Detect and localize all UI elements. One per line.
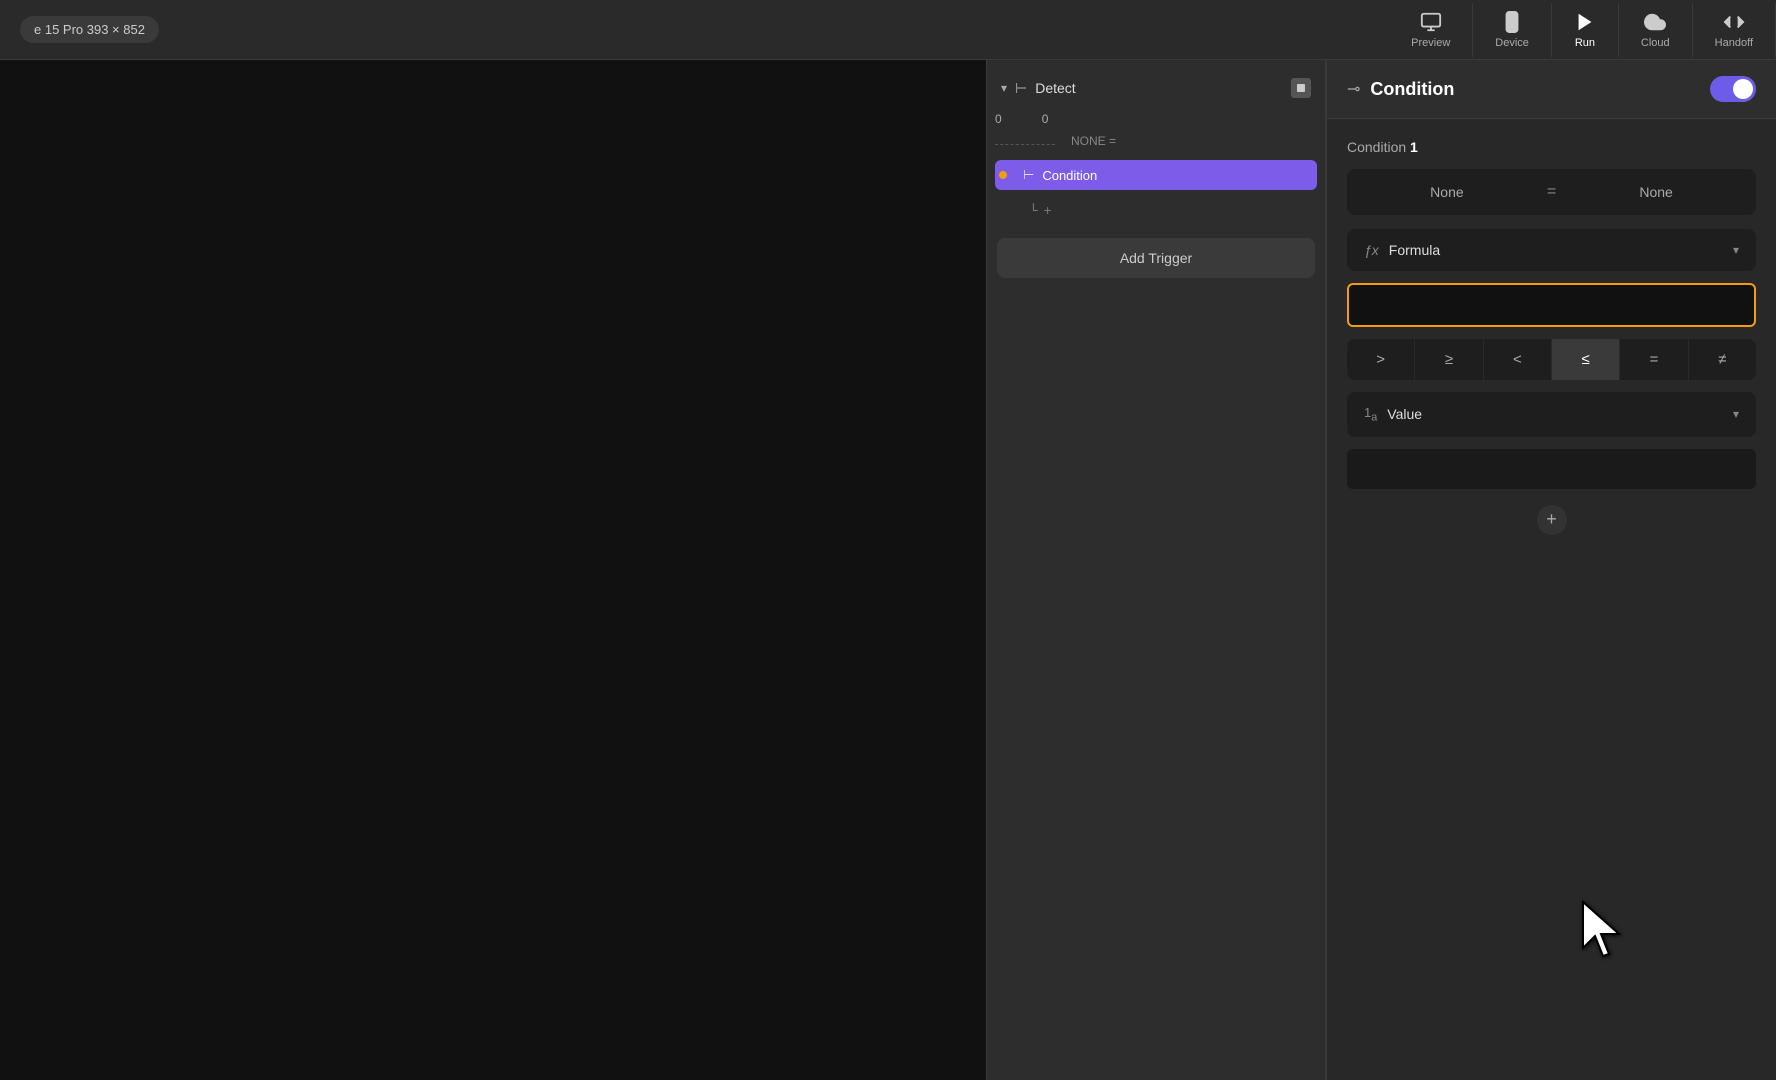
value-dropdown-arrow: ▾ (1733, 407, 1739, 421)
formula-dropdown[interactable]: ƒx Formula ▾ (1347, 229, 1756, 271)
condition-heading: Condition 1 (1347, 139, 1756, 155)
value-input-wrapper (1347, 449, 1756, 489)
condition-row[interactable]: ⊢ Condition (995, 160, 1317, 190)
cond-eq: = (1541, 183, 1562, 201)
detect-stop-button[interactable] (1291, 78, 1311, 98)
canvas-area (0, 60, 986, 1080)
handoff-button[interactable]: Handoff (1693, 3, 1776, 57)
num-val-2: 0 (1042, 112, 1049, 126)
toggle-switch[interactable] (1710, 76, 1756, 102)
condition-box: None = None (1347, 169, 1756, 215)
numbers-display: 0 0 (987, 106, 1325, 132)
add-child-icon: └ (1029, 203, 1038, 217)
chevron-down-icon: ▾ (1001, 81, 1007, 95)
op-lt[interactable]: < (1484, 339, 1552, 380)
add-row[interactable]: └ + (987, 196, 1325, 224)
add-condition-row: + (1347, 505, 1756, 535)
handoff-label: Handoff (1715, 37, 1753, 49)
condition-dot (999, 171, 1007, 179)
value-icon: 1a (1364, 405, 1377, 424)
formula-input-wrapper (1347, 283, 1756, 327)
cloud-icon (1644, 11, 1666, 33)
topbar-right: Preview Device Run Cloud (1389, 0, 1776, 60)
code-icon (1723, 11, 1745, 33)
formula-label: Formula (1389, 242, 1440, 258)
props-body: Condition 1 None = None ƒx Formula ▾ (1327, 119, 1776, 1080)
play-icon (1574, 11, 1596, 33)
preview-button[interactable]: Preview (1389, 3, 1473, 57)
run-label: Run (1575, 37, 1595, 49)
detect-left: ▾ ⊢ Detect (1001, 80, 1283, 97)
condition-branch-icon: ⊢ (1023, 167, 1034, 183)
op-eq[interactable]: = (1620, 339, 1688, 380)
run-button[interactable]: Run (1552, 3, 1619, 57)
detect-label: Detect (1035, 80, 1075, 96)
device-button[interactable]: Device (1473, 3, 1552, 57)
formula-input[interactable] (1361, 285, 1742, 325)
value-left: 1a Value (1364, 405, 1422, 424)
device-label: e 15 Pro 393 × 852 (20, 16, 159, 43)
topbar: e 15 Pro 393 × 852 Preview Device Run (0, 0, 1776, 60)
trigger-panel: ▾ ⊢ Detect 0 0 NONE = ⊢ Condition └ + (986, 60, 1326, 1080)
add-condition-button[interactable]: + (1537, 505, 1567, 535)
op-lte[interactable]: ≤ (1552, 339, 1620, 380)
props-share-icon: ⊸ (1347, 79, 1360, 99)
detect-dash-icon: ⊢ (1015, 80, 1027, 97)
cond-left: None (1363, 184, 1531, 200)
condition-number: 1 (1410, 139, 1418, 155)
cond-right: None (1572, 184, 1740, 200)
add-child-label: + (1044, 202, 1052, 218)
op-gte[interactable]: ≥ (1415, 339, 1483, 380)
operator-row: > ≥ < ≤ = ≠ (1347, 339, 1756, 380)
canvas-dark (0, 60, 986, 1080)
num-val-1: 0 (995, 112, 1002, 126)
props-panel: ⊸ Condition Condition 1 None = None (1326, 60, 1776, 1080)
fx-icon: ƒx (1364, 242, 1379, 258)
num-dots (995, 144, 1055, 145)
none-eq-label: NONE = (1065, 132, 1122, 150)
phone-icon (1501, 11, 1523, 33)
condition-row-wrapper: ⊢ Condition (987, 158, 1325, 192)
props-title: Condition (1370, 79, 1454, 100)
main-layout: ▾ ⊢ Detect 0 0 NONE = ⊢ Condition └ + (0, 60, 1776, 1080)
cloud-label: Cloud (1641, 37, 1670, 49)
monitor-icon (1420, 11, 1442, 33)
condition-label: Condition (1042, 168, 1097, 183)
value-label: Value (1387, 406, 1422, 422)
cloud-button[interactable]: Cloud (1619, 3, 1693, 57)
device-label-btn: Device (1495, 37, 1529, 49)
op-gt[interactable]: > (1347, 339, 1415, 380)
op-neq[interactable]: ≠ (1689, 339, 1756, 380)
detect-header: ▾ ⊢ Detect (987, 70, 1325, 106)
formula-dropdown-arrow: ▾ (1733, 243, 1739, 257)
add-trigger-button[interactable]: Add Trigger (997, 238, 1315, 278)
preview-label: Preview (1411, 37, 1450, 49)
value-dropdown[interactable]: 1a Value ▾ (1347, 392, 1756, 437)
formula-left: ƒx Formula (1364, 242, 1440, 258)
props-title-row: ⊸ Condition (1347, 79, 1454, 100)
props-header: ⊸ Condition (1327, 60, 1776, 119)
